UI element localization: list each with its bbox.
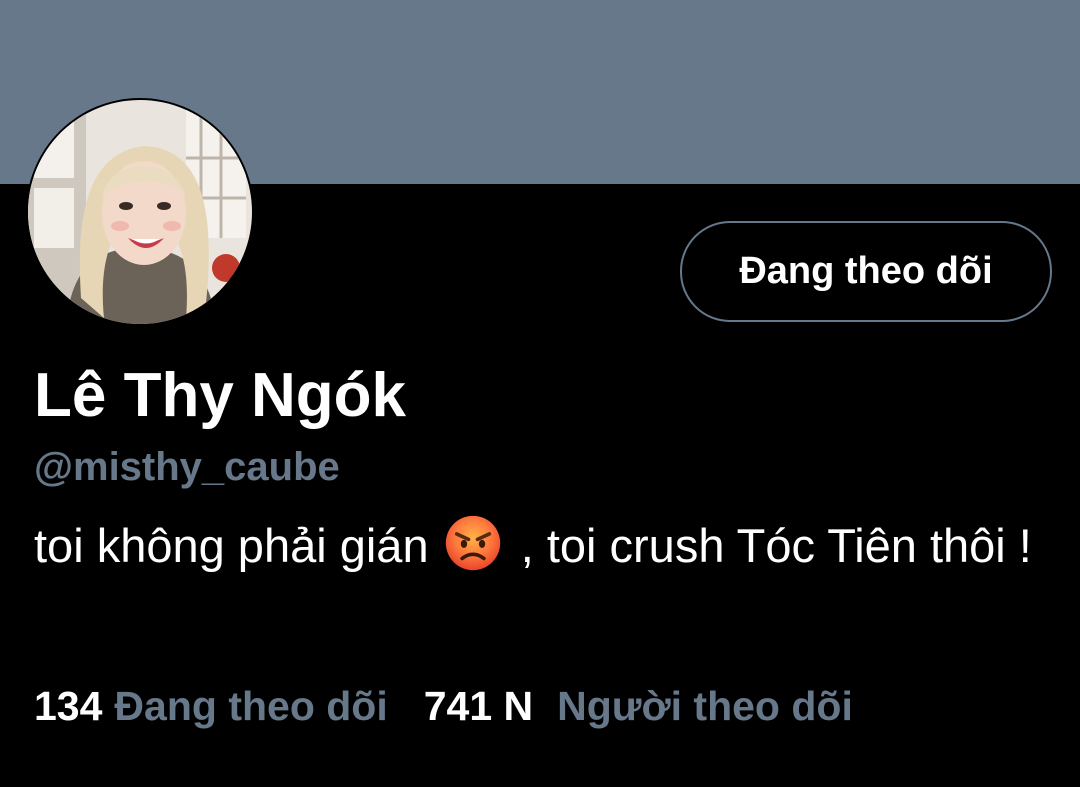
profile-page: Đang theo dõi Lê Thy Ngók @misthy_caube … (0, 0, 1080, 787)
following-button-label: Đang theo dõi (739, 250, 993, 292)
profile-stats: 134 Đang theo dõi 741 N Người theo dõi (34, 683, 853, 737)
profile-bio: toi không phải gián , toi crush Tóc Tiên… (34, 514, 1044, 576)
bio-text-part1: toi không phải gián (34, 519, 429, 572)
following-stat[interactable]: 134 Đang theo dõi (34, 683, 388, 730)
display-name: Lê Thy Ngók (34, 361, 407, 430)
followers-stat[interactable]: 741 N Người theo dõi (424, 683, 853, 730)
followers-label: Người theo dõi (557, 683, 853, 729)
bio-text-part2: , toi crush Tóc Tiên thôi ! (520, 519, 1032, 572)
following-count: 134 (34, 683, 103, 729)
followers-count: 741 N (423, 683, 534, 729)
user-handle: @misthy_caube (34, 445, 340, 489)
avatar-image (28, 100, 252, 324)
angry-face-emoji-icon (445, 515, 500, 571)
profile-avatar[interactable] (26, 98, 254, 326)
following-button[interactable]: Đang theo dõi (680, 221, 1052, 322)
following-label: Đang theo dõi (114, 683, 388, 729)
